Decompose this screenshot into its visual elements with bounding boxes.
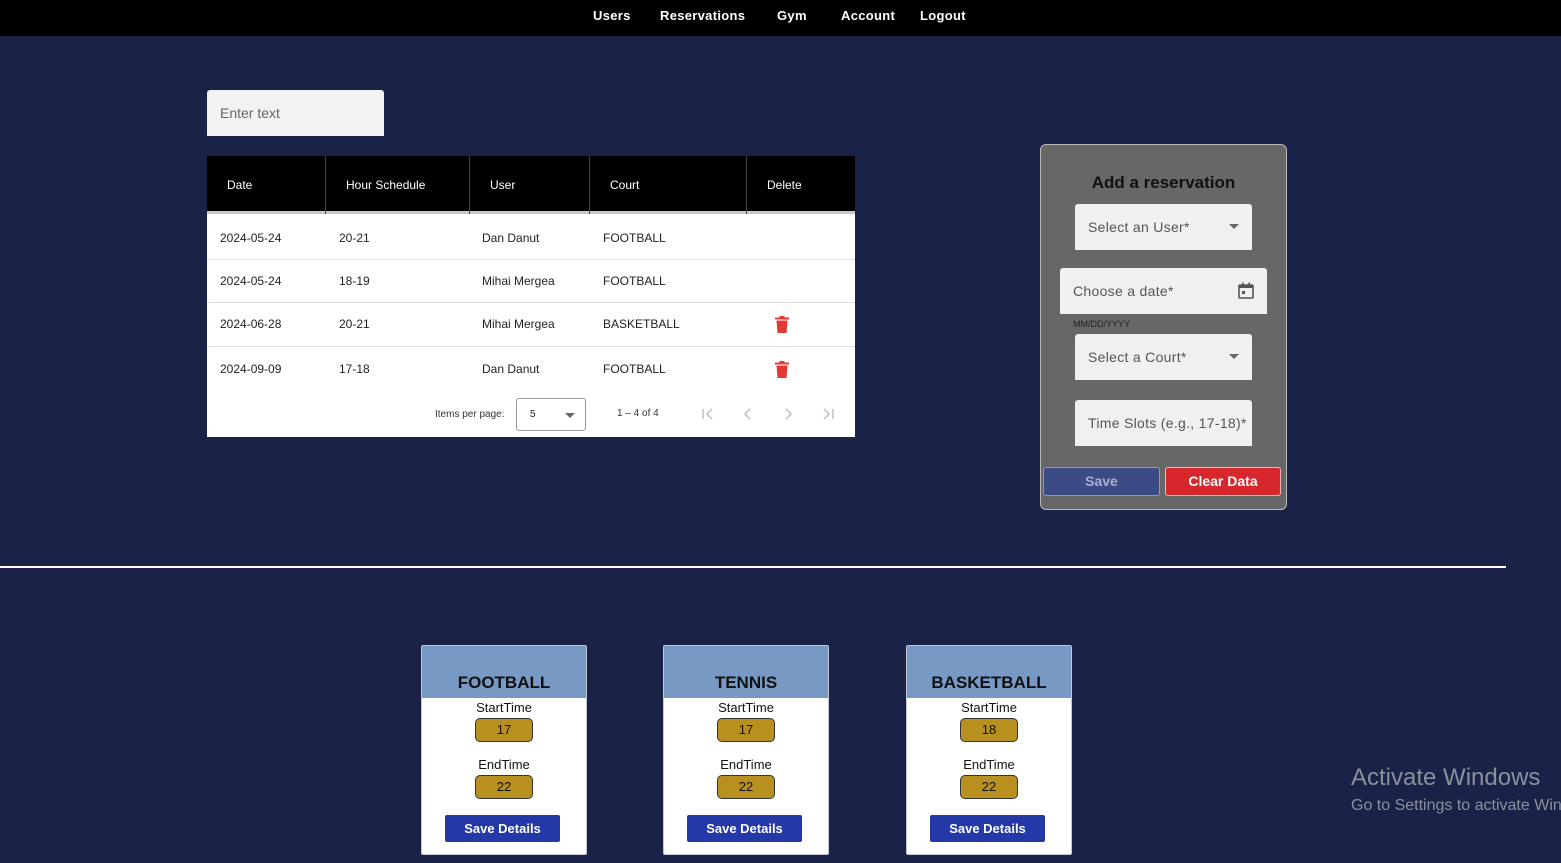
header-delete: Delete [767, 178, 802, 192]
cell-date: 2024-05-24 [220, 274, 282, 288]
table-row: 2024-05-24 18-19 Mihai Mergea FOOTBALL [207, 260, 855, 303]
cell-date: 2024-05-24 [220, 231, 282, 245]
end-time-label: EndTime [963, 757, 1015, 772]
trash-icon[interactable] [775, 316, 789, 333]
court-select[interactable]: Select a Court* [1075, 334, 1252, 380]
court-name: TENNIS [714, 673, 778, 692]
start-time-input[interactable]: 17 [717, 718, 775, 742]
start-time-label: StartTime [961, 700, 1017, 715]
date-field[interactable]: Choose a date* [1060, 268, 1267, 314]
start-time-label: StartTime [476, 700, 532, 715]
calendar-icon[interactable] [1238, 282, 1254, 299]
court-card-basketball: BASKETBALL StartTime 18 EndTime 22 Save … [906, 645, 1072, 855]
save-details-button[interactable]: Save Details [687, 815, 802, 842]
paginator: Items per page: 5 1 – 4 of 4 [207, 391, 855, 437]
cell-user: Mihai Mergea [482, 317, 555, 331]
activate-windows-subtitle: Go to Settings to activate Windows. [1351, 797, 1561, 814]
cell-court: BASKETBALL [603, 317, 680, 331]
first-page-icon[interactable] [697, 403, 719, 425]
table-row: 2024-09-09 17-18 Dan Danut FOOTBALL [207, 347, 855, 391]
start-time-input[interactable]: 18 [960, 718, 1018, 742]
next-page-icon[interactable] [777, 403, 799, 425]
time-slots-label: Time Slots (e.g., 17-18)* [1088, 415, 1247, 431]
activate-windows-title: Activate Windows [1351, 764, 1541, 791]
cell-hours: 17-18 [339, 362, 370, 376]
top-nav: Users Reservations Gym Account Logout [0, 0, 1561, 36]
header-hour-schedule[interactable]: Hour Schedule [326, 156, 425, 214]
chevron-down-icon [565, 413, 575, 418]
nav-reservations[interactable]: Reservations [660, 8, 745, 23]
cell-hours: 18-19 [339, 274, 370, 288]
cell-user: Dan Danut [482, 362, 540, 376]
date-format-hint: MM/DD/YYYY [1073, 319, 1131, 329]
end-time-input[interactable]: 22 [475, 775, 533, 799]
user-select[interactable]: Select an User* [1075, 204, 1252, 250]
chevron-down-icon [1229, 224, 1239, 229]
section-divider [0, 566, 1506, 568]
cell-hours: 20-21 [339, 231, 370, 245]
items-per-page-select[interactable]: 5 [516, 398, 586, 431]
clear-data-button[interactable]: Clear Data [1165, 467, 1281, 496]
nav-logout[interactable]: Logout [920, 8, 966, 23]
reservations-table: Date Hour Schedule User Court Delete 202… [207, 156, 855, 437]
cell-hours: 20-21 [339, 317, 370, 331]
form-title: Add a reservation [1091, 173, 1236, 192]
court-select-label: Select a Court* [1088, 349, 1187, 365]
save-button[interactable]: Save [1043, 467, 1160, 496]
table-header: Date Hour Schedule User Court Delete [207, 156, 855, 214]
court-name: FOOTBALL [457, 673, 551, 692]
save-details-button[interactable]: Save Details [930, 815, 1045, 842]
cell-court: FOOTBALL [603, 231, 666, 245]
start-time-input[interactable]: 17 [475, 718, 533, 742]
items-per-page-value: 5 [530, 409, 536, 420]
search-input[interactable] [207, 90, 384, 136]
items-per-page-label: Items per page: [435, 409, 505, 420]
page-range: 1 – 4 of 4 [617, 408, 659, 419]
cell-user: Mihai Mergea [482, 274, 555, 288]
time-slots-input[interactable]: Time Slots (e.g., 17-18)* [1075, 400, 1252, 446]
cell-court: FOOTBALL [603, 274, 666, 288]
court-card-tennis: TENNIS StartTime 17 EndTime 22 Save Deta… [663, 645, 829, 855]
add-reservation-form: Add a reservation Select an User* Choose… [1040, 144, 1287, 510]
cell-court: FOOTBALL [603, 362, 666, 376]
nav-account[interactable]: Account [841, 8, 895, 23]
previous-page-icon[interactable] [737, 403, 759, 425]
nav-gym[interactable]: Gym [777, 8, 807, 23]
start-time-label: StartTime [718, 700, 774, 715]
table-row: 2024-06-28 20-21 Mihai Mergea BASKETBALL [207, 303, 855, 347]
header-user[interactable]: User [470, 156, 515, 214]
end-time-input[interactable]: 22 [717, 775, 775, 799]
court-card-football: FOOTBALL StartTime 17 EndTime 22 Save De… [421, 645, 587, 855]
trash-icon[interactable] [775, 361, 789, 378]
end-time-label: EndTime [720, 757, 772, 772]
cell-user: Dan Danut [482, 231, 540, 245]
end-time-input[interactable]: 22 [960, 775, 1018, 799]
nav-users[interactable]: Users [593, 8, 631, 23]
table-row: 2024-05-24 20-21 Dan Danut FOOTBALL [207, 217, 855, 260]
chevron-down-icon [1229, 354, 1239, 359]
end-time-label: EndTime [478, 757, 530, 772]
cell-date: 2024-09-09 [220, 362, 282, 376]
court-name: BASKETBALL [931, 673, 1047, 692]
user-select-label: Select an User* [1088, 219, 1190, 235]
date-field-label: Choose a date* [1073, 283, 1174, 299]
cell-date: 2024-06-28 [220, 317, 282, 331]
last-page-icon[interactable] [817, 403, 839, 425]
save-details-button[interactable]: Save Details [445, 815, 560, 842]
header-date[interactable]: Date [207, 156, 252, 214]
header-court[interactable]: Court [590, 156, 639, 214]
